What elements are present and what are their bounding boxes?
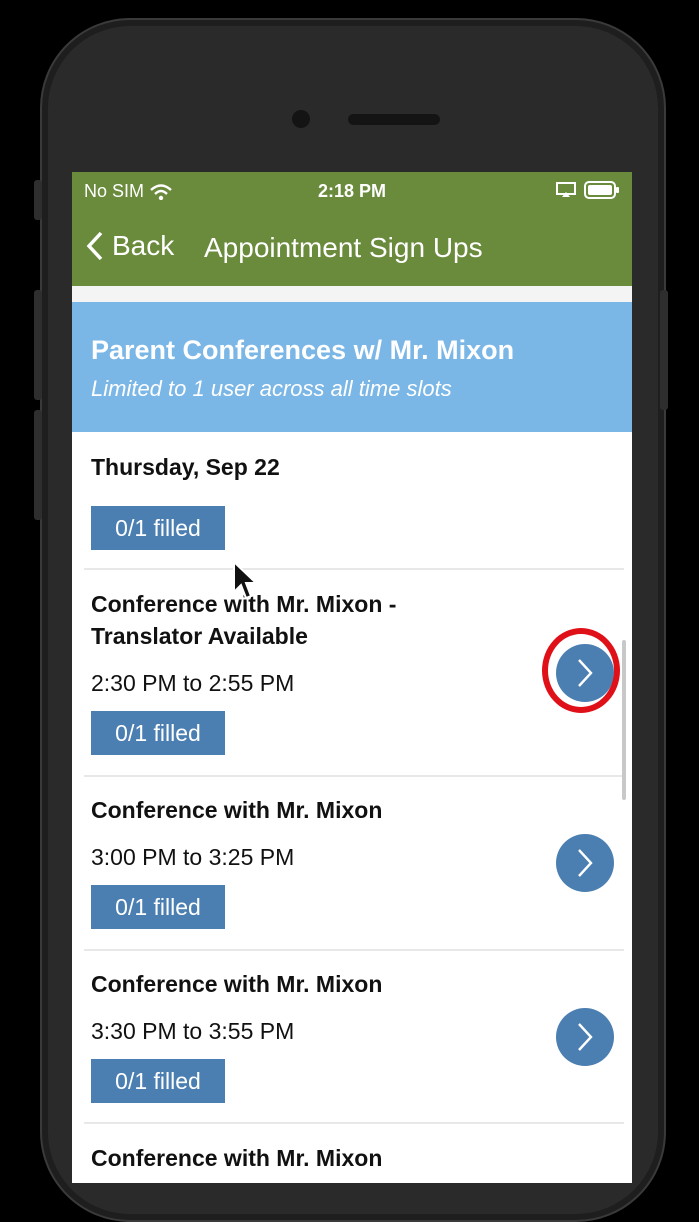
slot-title: Conference with Mr. Mixon - bbox=[91, 591, 397, 617]
slot-title-line2: Translator Available bbox=[91, 623, 308, 649]
scrollbar[interactable] bbox=[622, 640, 626, 800]
slot-filled-badge: 0/1 filled bbox=[91, 1059, 225, 1103]
divider bbox=[84, 949, 624, 951]
volume-up-button bbox=[34, 290, 42, 400]
slot-filled-badge: 0/1 filled bbox=[91, 885, 225, 929]
chevron-right-icon bbox=[578, 1023, 593, 1051]
slot-list[interactable]: Thursday, Sep 22 0/1 filled Conference w… bbox=[72, 432, 632, 1183]
slot-signup-button[interactable] bbox=[556, 1008, 614, 1066]
event-title: Parent Conferences w/ Mr. Mixon bbox=[91, 335, 515, 365]
power-button bbox=[660, 290, 668, 410]
header-spacer bbox=[72, 286, 632, 302]
clock: 2:18 PM bbox=[317, 181, 387, 201]
back-button[interactable]: Back bbox=[86, 230, 174, 262]
slot-time: 3:00 PM to 3:25 PM bbox=[91, 844, 295, 870]
event-banner: Parent Conferences w/ Mr. Mixon Limited … bbox=[72, 302, 632, 432]
highlight-annotation bbox=[542, 628, 620, 713]
navigation-bar: Back Appointment Sign Ups bbox=[72, 210, 632, 286]
app-screen: No SIM 2:18 PM Back Appointment Sign Ups… bbox=[72, 172, 632, 1183]
back-label: Back bbox=[112, 230, 175, 261]
earpiece-speaker bbox=[348, 114, 440, 125]
page-title: Appointment Sign Ups bbox=[204, 232, 483, 263]
chevron-right-icon bbox=[578, 849, 593, 877]
slot-title: Conference with Mr. Mixon bbox=[91, 1145, 383, 1171]
day-filled-badge: 0/1 filled bbox=[91, 506, 225, 550]
slot-title: Conference with Mr. Mixon bbox=[91, 797, 383, 823]
mute-switch bbox=[34, 180, 42, 220]
day-header: Thursday, Sep 22 bbox=[91, 454, 280, 480]
mouse-pointer-icon bbox=[233, 560, 259, 600]
divider bbox=[84, 1122, 624, 1124]
volume-down-button bbox=[34, 410, 42, 520]
event-limit-note: Limited to 1 user across all time slots bbox=[91, 376, 452, 401]
battery-icon bbox=[584, 181, 619, 199]
slot-filled-badge: 0/1 filled bbox=[91, 711, 225, 755]
slot-title: Conference with Mr. Mixon bbox=[91, 971, 383, 997]
slot-time: 2:30 PM to 2:55 PM bbox=[91, 670, 295, 696]
chevron-left-icon bbox=[86, 231, 103, 261]
screen-mirror-icon bbox=[556, 182, 576, 197]
divider bbox=[84, 568, 624, 570]
status-bar: No SIM 2:18 PM bbox=[72, 172, 632, 210]
front-camera bbox=[292, 110, 310, 128]
slot-signup-button[interactable] bbox=[556, 834, 614, 892]
divider bbox=[84, 775, 624, 777]
slot-time: 3:30 PM to 3:55 PM bbox=[91, 1018, 295, 1044]
